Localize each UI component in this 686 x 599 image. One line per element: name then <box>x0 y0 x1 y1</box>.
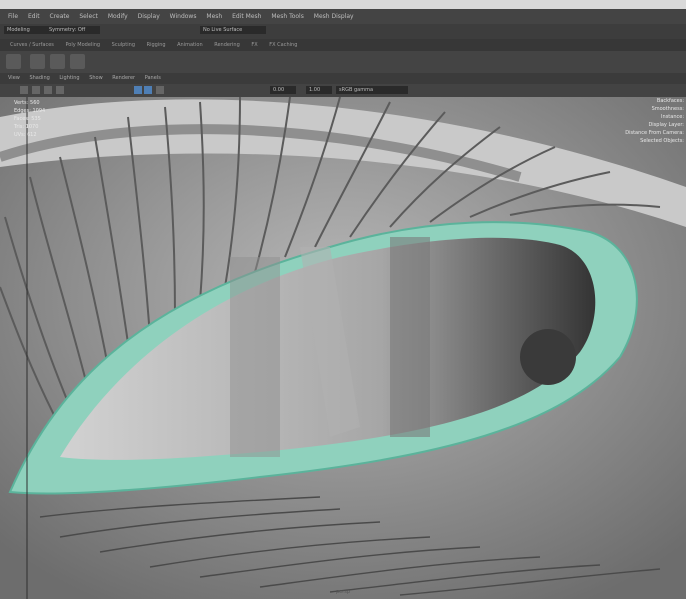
panel-menu-show[interactable]: Show <box>89 73 103 84</box>
hud-row: Tris: 1070 <box>14 124 39 130</box>
menu-edit[interactable]: Edit <box>28 9 40 24</box>
menu-windows[interactable]: Windows <box>170 9 197 24</box>
panel-menu-panels[interactable]: Panels <box>145 73 161 84</box>
main-menu-bar: File Edit Create Select Modify Display W… <box>0 9 686 24</box>
shelf-tool-icon[interactable] <box>70 54 85 69</box>
hud-row: Selected Objects: <box>640 138 684 144</box>
shelf-tab[interactable]: FX <box>251 39 257 51</box>
panel-menu-renderer[interactable]: Renderer <box>112 73 135 84</box>
hud-row: Faces: 535 <box>14 116 41 122</box>
panel-menu-lighting[interactable]: Lighting <box>59 73 79 84</box>
hud-row: Distance From Camera: <box>625 130 684 136</box>
panel-menu-view[interactable]: View <box>8 73 20 84</box>
hud-row: Verts: 560 <box>14 100 40 106</box>
hud-display-info: Backfaces: Smoothness: Instance: Display… <box>625 97 684 145</box>
symmetry-dropdown[interactable]: Symmetry: Off <box>46 26 100 34</box>
eye-render <box>0 97 686 599</box>
shelf <box>0 51 686 73</box>
shelf-tool-icon[interactable] <box>6 54 21 69</box>
hud-row: Edges: 1094 <box>14 108 46 114</box>
menu-display[interactable]: Display <box>138 9 160 24</box>
menu-mesh-display[interactable]: Mesh Display <box>314 9 354 24</box>
window-title-strip <box>0 0 686 9</box>
menu-mesh[interactable]: Mesh <box>206 9 222 24</box>
mode-dropdown[interactable]: Modeling <box>4 26 46 34</box>
wireframe-on-shaded-icon[interactable] <box>134 86 142 94</box>
menu-select[interactable]: Select <box>79 9 98 24</box>
menu-modify[interactable]: Modify <box>108 9 128 24</box>
status-line: Modeling Symmetry: Off No Live Surface <box>0 24 686 40</box>
panel-menu-bar: View Shading Lighting Show Renderer Pane… <box>0 73 686 84</box>
shelf-tab[interactable]: Sculpting <box>112 39 135 51</box>
isolate-icon[interactable] <box>156 86 164 94</box>
hud-row: Instance: <box>661 114 684 120</box>
menu-mesh-tools[interactable]: Mesh Tools <box>271 9 303 24</box>
menu-create[interactable]: Create <box>50 9 70 24</box>
shelf-tool-icon[interactable] <box>50 54 65 69</box>
exposure-field[interactable]: 0.00 <box>270 86 296 94</box>
colorspace-dropdown[interactable]: sRGB gamma <box>336 86 408 94</box>
shelf-tab[interactable]: Rigging <box>147 39 166 51</box>
shelf-tab[interactable]: Poly Modeling <box>65 39 100 51</box>
3d-viewport[interactable]: Verts: 560 Edges: 1094 Faces: 535 Tris: … <box>0 97 686 599</box>
shelf-tool-icon[interactable] <box>30 54 45 69</box>
live-surface-field[interactable]: No Live Surface <box>200 26 266 34</box>
xray-icon[interactable] <box>144 86 152 94</box>
hud-row: Backfaces: <box>656 98 684 104</box>
hud-row: UVs: 612 <box>14 132 37 138</box>
camera-icon[interactable] <box>20 86 28 94</box>
grid-icon[interactable] <box>32 86 40 94</box>
smooth-shade-icon[interactable] <box>56 86 64 94</box>
hud-poly-count: Verts: 560 Edges: 1094 Faces: 535 Tris: … <box>14 99 45 139</box>
hud-row: Display Layer: <box>648 122 684 128</box>
shelf-tab[interactable]: Curves / Surfaces <box>10 39 54 51</box>
gamma-field[interactable]: 1.00 <box>306 86 332 94</box>
shelf-tab[interactable]: FX Caching <box>269 39 297 51</box>
viewport-toolbar: 0.00 1.00 sRGB gamma <box>0 84 686 98</box>
shelf-tab[interactable]: Rendering <box>214 39 240 51</box>
wireframe-icon[interactable] <box>44 86 52 94</box>
shelf-tabs: Curves / Surfaces Poly Modeling Sculptin… <box>0 39 686 51</box>
camera-name-label: persp <box>335 589 351 595</box>
menu-file[interactable]: File <box>8 9 18 24</box>
hud-row: Smoothness: <box>651 106 684 112</box>
shelf-tab[interactable]: Animation <box>177 39 203 51</box>
menu-edit-mesh[interactable]: Edit Mesh <box>232 9 261 24</box>
panel-menu-shading[interactable]: Shading <box>29 73 49 84</box>
